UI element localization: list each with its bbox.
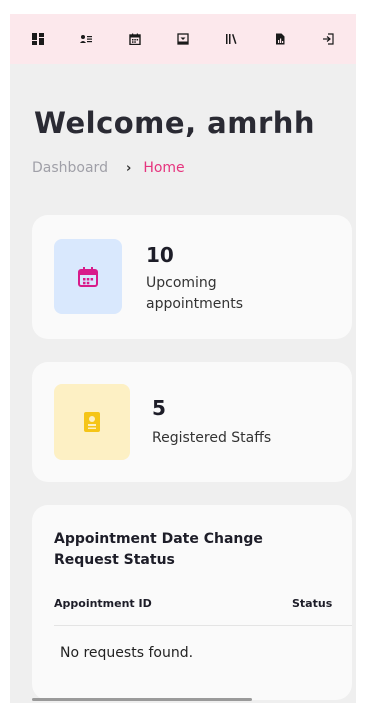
staffs-count: 5 (152, 396, 166, 420)
request-status-title: Appointment Date Change Request Status (54, 531, 263, 568)
inbox-icon (177, 33, 189, 45)
report-icon (275, 33, 285, 45)
table-divider (54, 625, 352, 626)
nav-logout[interactable] (316, 27, 340, 51)
top-nav (10, 14, 356, 64)
column-header-appointment-id: Appointment ID (54, 597, 152, 610)
staffs-icon-tile (54, 384, 130, 460)
breadcrumb-separator-icon: › (125, 160, 132, 176)
nav-staff[interactable] (74, 27, 98, 51)
page-title: Welcome, amrhh (34, 106, 316, 140)
nav-calendar[interactable] (123, 27, 147, 51)
request-status-card: Appointment Date Change Request Status A… (32, 505, 352, 700)
horizontal-scrollbar[interactable] (10, 697, 356, 703)
nav-library[interactable] (219, 27, 243, 51)
appointments-count: 10 (146, 243, 174, 267)
nav-dashboard[interactable] (26, 27, 50, 51)
app-frame: Welcome, amrhh Dashboard › Home 10 Upcom… (10, 14, 356, 703)
calendar-icon (129, 33, 141, 45)
staff-list-icon (80, 35, 93, 43)
calendar-icon (78, 266, 98, 287)
upcoming-appointments-card: 10 Upcoming appointments (32, 215, 352, 339)
breadcrumb-current: Home (143, 160, 185, 176)
id-badge-icon (84, 412, 100, 432)
breadcrumb: Dashboard › Home (32, 160, 185, 176)
logout-icon (322, 33, 334, 45)
appointments-label: Upcoming appointments (146, 275, 244, 312)
empty-state-message: No requests found. (60, 645, 194, 661)
nav-inbox[interactable] (171, 27, 195, 51)
scrollbar-thumb[interactable] (32, 698, 252, 701)
appointments-icon-tile (54, 239, 122, 314)
library-icon (226, 34, 237, 44)
nav-reports[interactable] (268, 27, 292, 51)
registered-staffs-card: 5 Registered Staffs (32, 362, 352, 482)
breadcrumb-dashboard-link[interactable]: Dashboard (32, 160, 108, 176)
staffs-label: Registered Staffs (152, 430, 272, 446)
dashboard-icon (32, 33, 45, 45)
column-header-status: Status (292, 597, 333, 610)
